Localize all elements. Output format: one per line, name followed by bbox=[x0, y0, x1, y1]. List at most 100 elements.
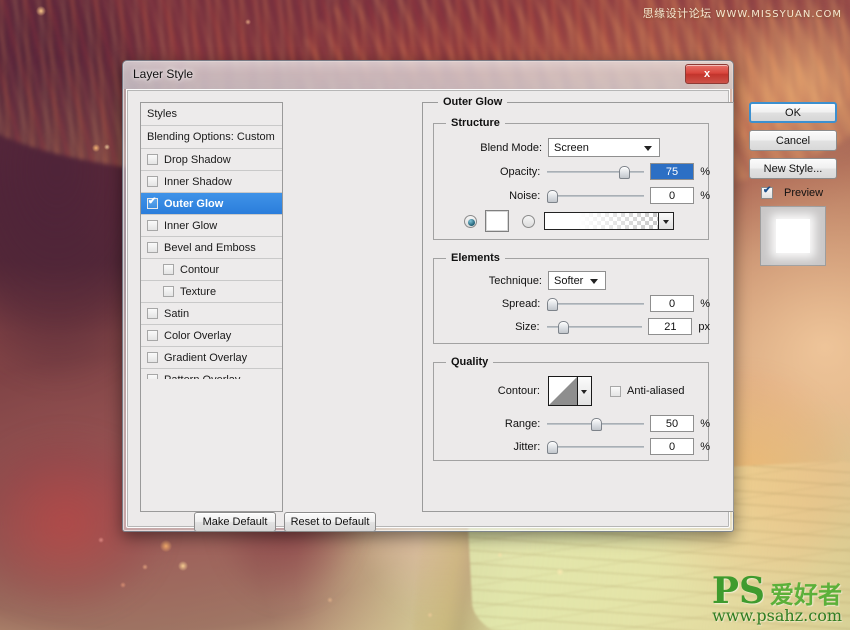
ok-button[interactable]: OK bbox=[749, 102, 837, 123]
range-input[interactable]: 50 bbox=[650, 415, 694, 432]
opacity-input[interactable]: 75 bbox=[650, 163, 694, 180]
sparkle bbox=[497, 552, 503, 558]
sidebar-item-label: Texture bbox=[180, 286, 216, 298]
opacity-slider-handle[interactable] bbox=[619, 166, 630, 179]
size-slider[interactable] bbox=[547, 319, 643, 335]
sidebar-item-bevel-and-emboss[interactable]: Bevel and Emboss bbox=[141, 237, 282, 259]
sidebar-item-drop-shadow[interactable]: Drop Shadow bbox=[141, 149, 282, 171]
spread-slider-handle[interactable] bbox=[547, 298, 558, 311]
gradient-picker-chevron-icon[interactable] bbox=[659, 212, 674, 230]
technique-select[interactable]: Softer bbox=[548, 271, 606, 290]
sidebar-item-color-overlay[interactable]: Color Overlay bbox=[141, 325, 282, 347]
range-slider-handle[interactable] bbox=[591, 418, 602, 431]
make-default-button[interactable]: Make Default bbox=[194, 512, 276, 532]
logo-url-text: www.psahz.com bbox=[712, 608, 842, 624]
styles-list[interactable]: Styles Blending Options: Custom Drop Sha… bbox=[140, 102, 283, 512]
noise-row: Noise: 0 % bbox=[434, 187, 710, 204]
technique-value: Softer bbox=[554, 275, 583, 287]
spread-slider-track bbox=[547, 303, 644, 305]
effect-checkbox[interactable] bbox=[147, 352, 158, 363]
quality-legend: Quality bbox=[446, 356, 493, 368]
sparkle bbox=[142, 564, 148, 570]
noise-slider-handle[interactable] bbox=[547, 190, 558, 203]
preview-checkbox[interactable]: Preview bbox=[749, 187, 849, 199]
dialog-actions: OK Cancel New Style... Preview bbox=[749, 102, 849, 266]
outer-glow-pane: Outer Glow Structure Blend Mode: Screen … bbox=[422, 102, 734, 512]
cancel-button[interactable]: Cancel bbox=[749, 130, 837, 151]
dialog-title-bar[interactable]: Layer Style x bbox=[123, 61, 733, 89]
watermark-top: 思缘设计论坛 WWW.MISSYUAN.COM bbox=[643, 5, 842, 21]
sidebar-item-contour[interactable]: Contour bbox=[141, 259, 282, 281]
jitter-slider-track bbox=[547, 446, 644, 448]
sidebar-item-gradient-overlay[interactable]: Gradient Overlay bbox=[141, 347, 282, 369]
gradient-preview-bar[interactable] bbox=[544, 212, 659, 230]
close-icon[interactable]: x bbox=[685, 64, 729, 84]
sidebar-item-blending-options[interactable]: Blending Options: Custom bbox=[141, 126, 282, 149]
blend-mode-select[interactable]: Screen bbox=[548, 138, 660, 157]
blend-mode-value: Screen bbox=[554, 142, 589, 154]
effect-checkbox[interactable] bbox=[147, 220, 158, 231]
preview-thumbnail bbox=[760, 206, 826, 266]
contour-picker[interactable] bbox=[548, 376, 592, 406]
sidebar-item-inner-glow[interactable]: Inner Glow bbox=[141, 215, 282, 237]
effect-checkbox[interactable] bbox=[147, 198, 158, 209]
effect-checkbox[interactable] bbox=[147, 242, 158, 253]
sidebar-item-inner-shadow[interactable]: Inner Shadow bbox=[141, 171, 282, 193]
reset-to-default-button[interactable]: Reset to Default bbox=[284, 512, 376, 532]
fill-gradient-radio[interactable] bbox=[522, 215, 535, 228]
range-unit: % bbox=[700, 418, 710, 430]
glow-color-swatch[interactable] bbox=[485, 210, 509, 232]
effect-checkbox[interactable] bbox=[147, 176, 158, 187]
chevron-down-icon bbox=[590, 279, 598, 284]
sidebar-item-label: Bevel and Emboss bbox=[164, 242, 256, 254]
effect-checkbox[interactable] bbox=[147, 154, 158, 165]
styles-header-label: Styles bbox=[147, 108, 177, 120]
dialog-body: Styles Blending Options: Custom Drop Sha… bbox=[126, 89, 730, 528]
noise-input[interactable]: 0 bbox=[650, 187, 694, 204]
blending-options-label: Blending Options: Custom bbox=[147, 131, 275, 143]
opacity-label: Opacity: bbox=[434, 166, 540, 178]
sparkle bbox=[36, 6, 46, 16]
effect-checkbox[interactable] bbox=[147, 308, 158, 319]
watermark-logo: PS 爱好者 www.psahz.com bbox=[712, 575, 842, 624]
spread-unit: % bbox=[700, 298, 710, 310]
noise-slider-track bbox=[547, 195, 644, 197]
sidebar-item-label: Inner Glow bbox=[164, 220, 217, 232]
spread-input[interactable]: 0 bbox=[650, 295, 694, 312]
sidebar-item-label: Inner Shadow bbox=[164, 176, 232, 188]
spread-label: Spread: bbox=[434, 298, 540, 310]
effect-checkbox[interactable] bbox=[147, 330, 158, 341]
sidebar-item-texture[interactable]: Texture bbox=[141, 281, 282, 303]
sparkle bbox=[427, 612, 433, 618]
anti-aliased-box[interactable] bbox=[610, 386, 621, 397]
range-slider[interactable] bbox=[547, 416, 644, 432]
effect-checkbox[interactable] bbox=[163, 264, 174, 275]
sidebar-item-satin[interactable]: Satin bbox=[141, 303, 282, 325]
preview-check-box[interactable] bbox=[761, 187, 773, 199]
size-unit: px bbox=[698, 321, 710, 333]
noise-slider[interactable] bbox=[547, 188, 644, 204]
new-style-button[interactable]: New Style... bbox=[749, 158, 837, 179]
size-input[interactable]: 21 bbox=[648, 318, 692, 335]
sparkle bbox=[556, 568, 564, 576]
jitter-slider-handle[interactable] bbox=[547, 441, 558, 454]
fill-color-radio[interactable] bbox=[464, 215, 477, 228]
contour-curve-thumbnail[interactable] bbox=[548, 376, 578, 406]
chevron-down-icon[interactable] bbox=[578, 376, 592, 406]
styles-list-header[interactable]: Styles bbox=[141, 103, 282, 126]
sidebar-item-outer-glow[interactable]: Outer Glow bbox=[141, 193, 282, 215]
sidebar-item-label: Contour bbox=[180, 264, 219, 276]
size-row: Size: 21 px bbox=[434, 318, 710, 335]
effect-checkbox[interactable] bbox=[163, 286, 174, 297]
spread-row: Spread: 0 % bbox=[434, 295, 710, 312]
spread-slider[interactable] bbox=[547, 296, 644, 312]
sidebar-item-label: Gradient Overlay bbox=[164, 352, 247, 364]
anti-aliased-label: Anti-aliased bbox=[627, 385, 684, 397]
anti-aliased-checkbox[interactable]: Anti-aliased bbox=[610, 385, 684, 397]
size-slider-handle[interactable] bbox=[558, 321, 569, 334]
jitter-slider[interactable] bbox=[547, 439, 644, 455]
jitter-input[interactable]: 0 bbox=[650, 438, 694, 455]
opacity-slider[interactable] bbox=[547, 164, 644, 180]
quality-group: Quality Contour: Anti-aliased Range: bbox=[433, 362, 709, 461]
fill-type-row bbox=[464, 210, 674, 232]
